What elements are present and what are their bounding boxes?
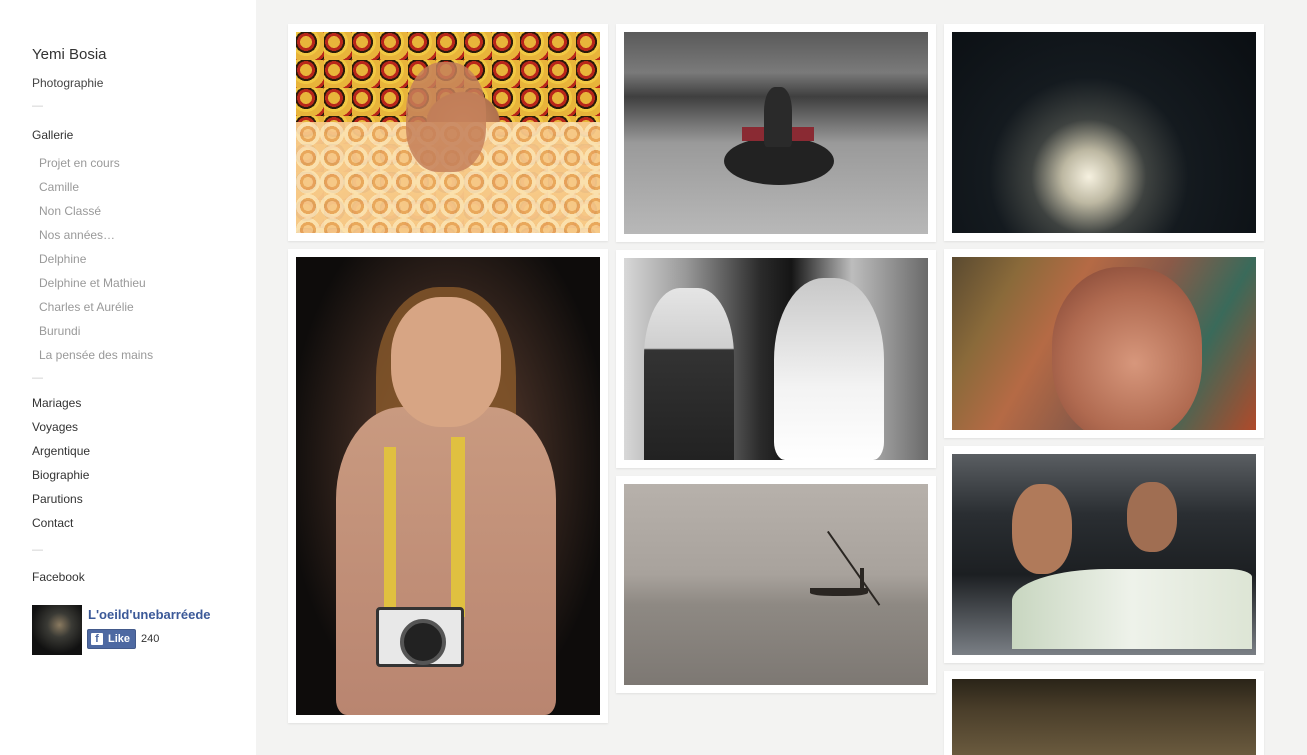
gallery-photo <box>952 257 1256 430</box>
nav-voyages[interactable]: Voyages <box>32 420 78 434</box>
nav-sub-charles-et-aurelie[interactable]: Charles et Aurélie <box>39 300 134 314</box>
gallery-photo-card[interactable] <box>616 24 936 242</box>
facebook-like-button[interactable]: f Like <box>87 629 136 649</box>
nav-sub-delphine-et-mathieu[interactable]: Delphine et Mathieu <box>39 276 146 290</box>
nav-facebook[interactable]: Facebook <box>32 570 85 584</box>
gallery-photo <box>296 257 600 715</box>
like-count: 240 <box>141 633 160 645</box>
nav-argentique[interactable]: Argentique <box>32 444 90 458</box>
sidebar: Yemi Bosia Photographie — Gallerie Proje… <box>0 0 256 755</box>
gallery-photo <box>952 32 1256 233</box>
nav-contact[interactable]: Contact <box>32 516 73 530</box>
gallery-photo <box>624 484 928 685</box>
facebook-page-name[interactable]: L'oeild'unebarréede <box>88 607 212 622</box>
gallery-photo <box>624 32 928 234</box>
nav-gallery[interactable]: Gallerie <box>32 128 73 142</box>
nav-biographie[interactable]: Biographie <box>32 468 89 482</box>
gallery-photo-card[interactable] <box>616 250 936 468</box>
site-title[interactable]: Yemi Bosia <box>32 46 107 63</box>
gallery-photo <box>624 258 928 460</box>
gallery-photo-card[interactable] <box>944 24 1264 241</box>
nav-sub-nos-annees[interactable]: Nos années… <box>39 228 115 242</box>
separator: — <box>32 100 43 112</box>
facebook-page-thumbnail[interactable] <box>32 605 82 655</box>
gallery-photo-card[interactable] <box>944 249 1264 438</box>
nav-sub-non-classe[interactable]: Non Classé <box>39 204 101 218</box>
facebook-icon: f <box>91 633 103 645</box>
gallery-photo <box>296 32 600 233</box>
gallery-photo <box>952 454 1256 655</box>
nav-sub-camille[interactable]: Camille <box>39 180 79 194</box>
separator: — <box>32 544 43 556</box>
facebook-page-widget: L'oeild'unebarréede f Like 240 <box>32 605 232 655</box>
gallery-photo-card[interactable] <box>288 24 608 241</box>
site-subtitle: Photographie <box>32 76 104 90</box>
nav-parutions[interactable]: Parutions <box>32 492 83 506</box>
nav-sub-projet-en-cours[interactable]: Projet en cours <box>39 156 120 170</box>
gallery-photo-card[interactable] <box>288 249 608 723</box>
nav-sub-burundi[interactable]: Burundi <box>39 324 80 338</box>
separator: — <box>32 372 43 384</box>
nav-sub-delphine[interactable]: Delphine <box>39 252 86 266</box>
gallery-photo-card[interactable] <box>944 446 1264 663</box>
gallery-photo <box>952 679 1256 755</box>
like-label: Like <box>108 633 131 645</box>
gallery-photo-card[interactable] <box>944 671 1264 755</box>
nav-mariages[interactable]: Mariages <box>32 396 81 410</box>
gallery-photo-card[interactable] <box>616 476 936 693</box>
nav-sub-la-pensee-des-mains[interactable]: La pensée des mains <box>39 348 153 362</box>
